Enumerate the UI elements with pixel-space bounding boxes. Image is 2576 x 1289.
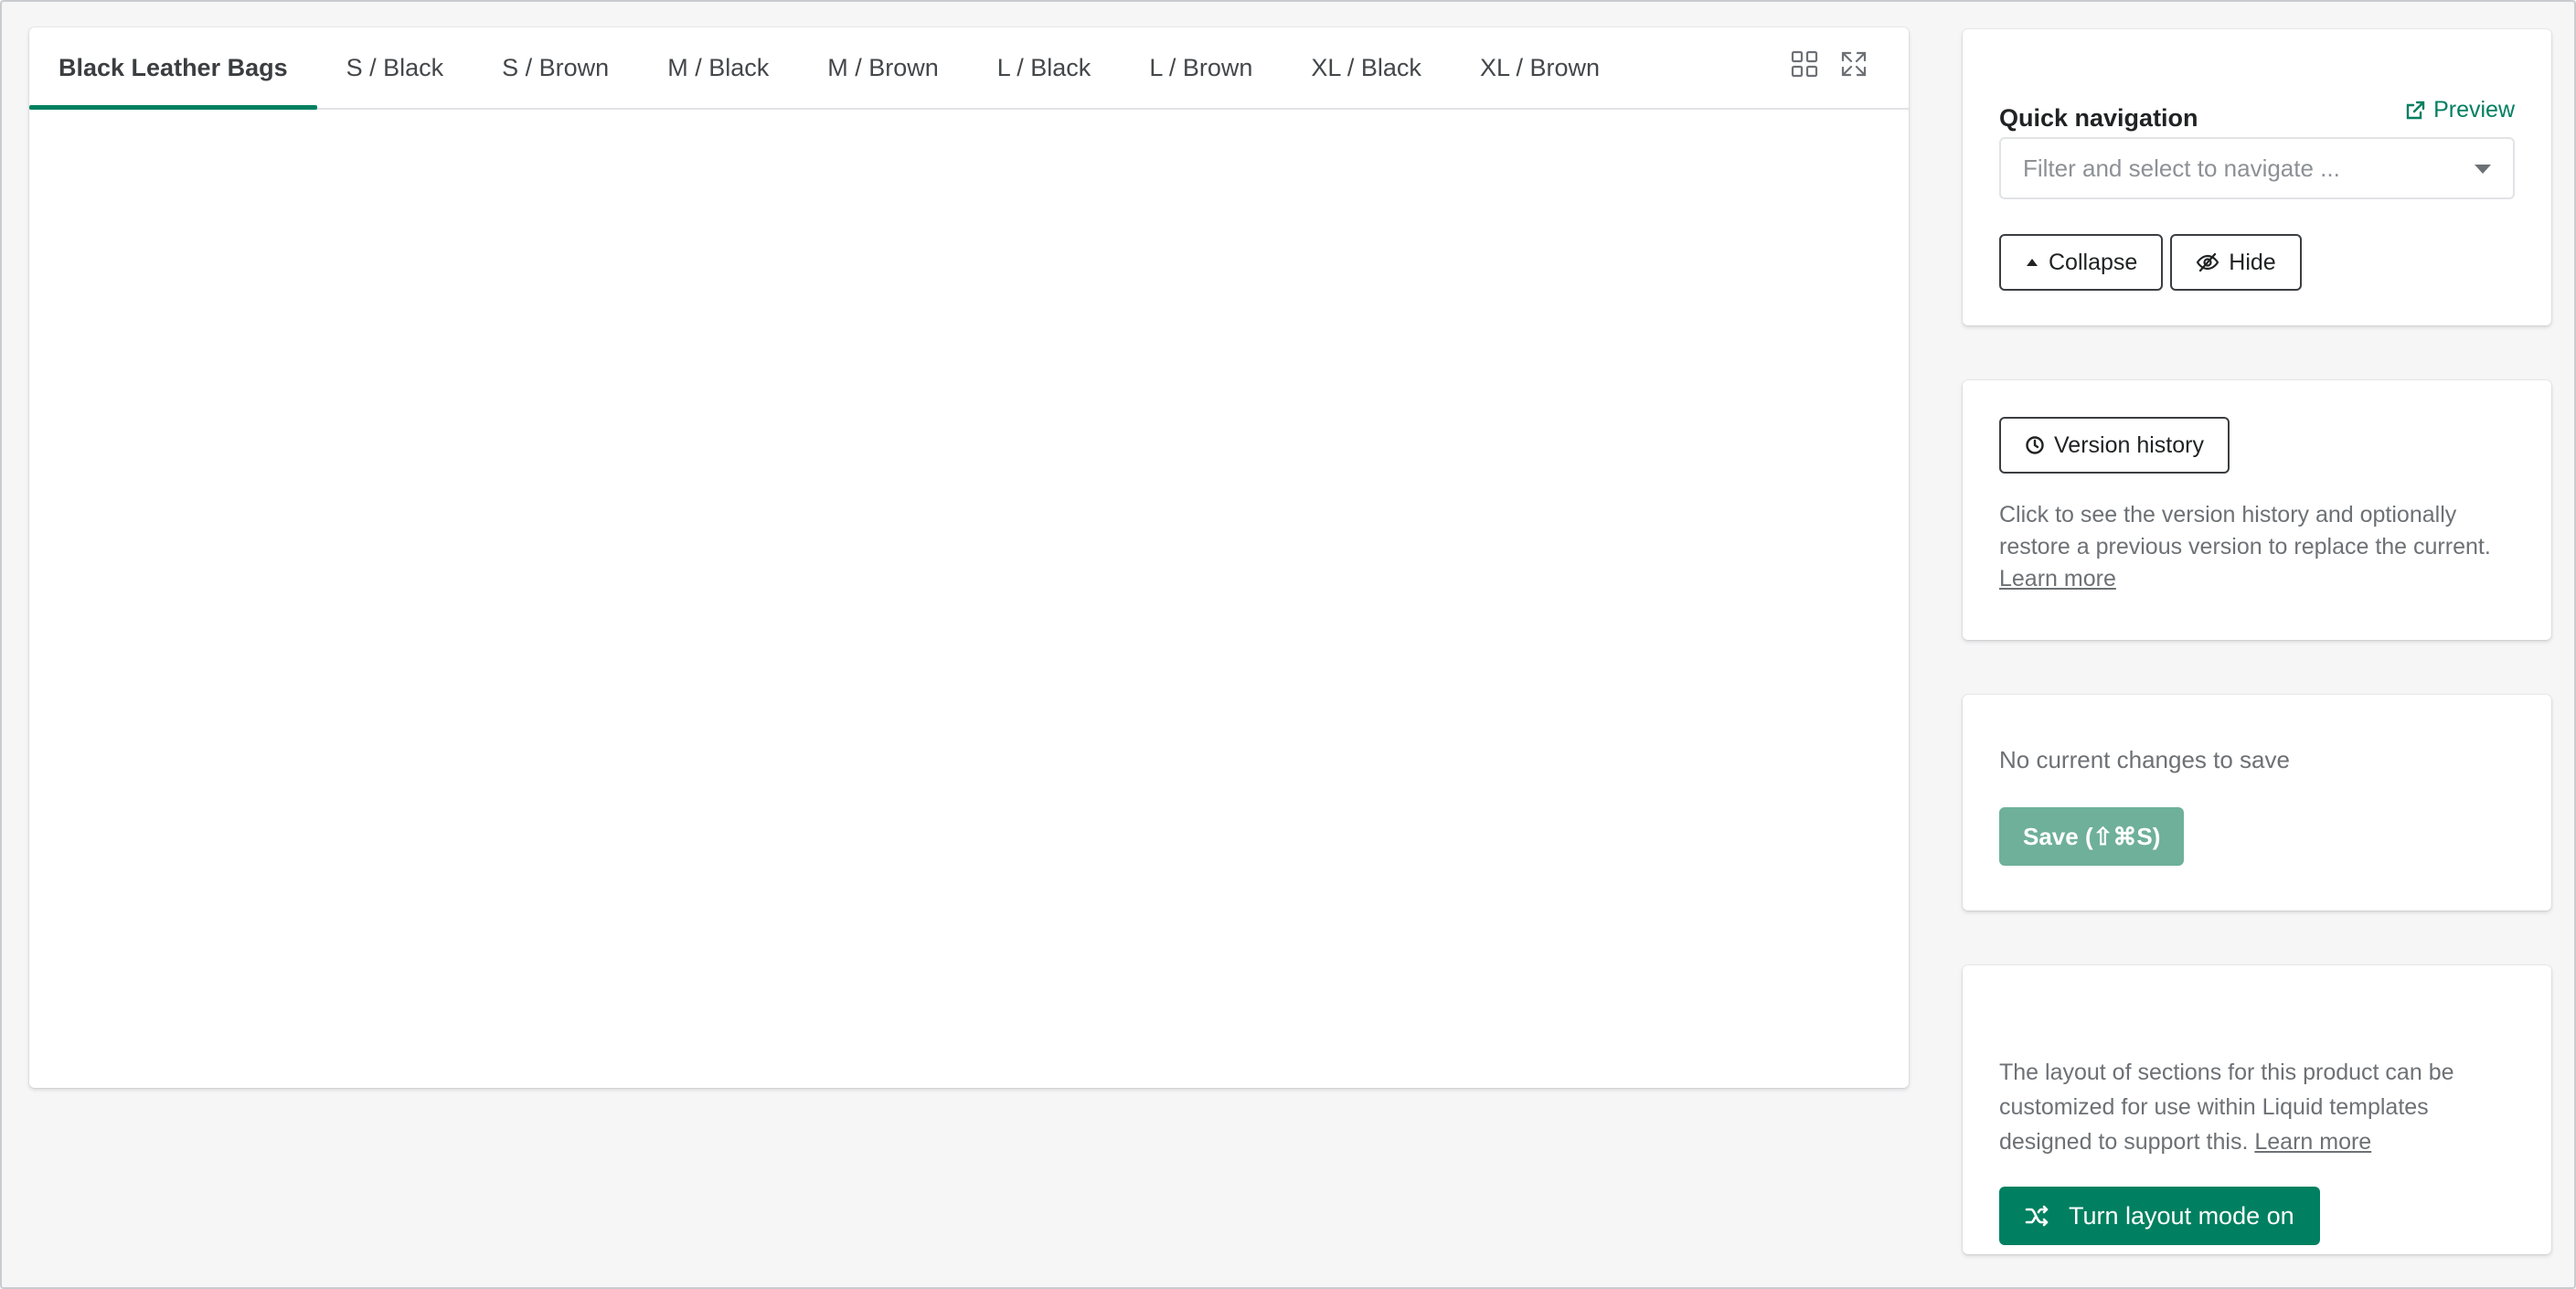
chevron-down-icon (2475, 165, 2491, 174)
save-status: No current changes to save (1999, 746, 2290, 773)
editor-panel: Black Leather Bags S / Black S / Brown M… (29, 27, 1909, 1088)
hide-label: Hide (2229, 249, 2276, 275)
collapse-button[interactable]: Collapse (1999, 234, 2164, 291)
layout-description: The layout of sections for this product … (1999, 1055, 2515, 1159)
external-link-icon (2406, 101, 2425, 119)
caret-up-icon (2027, 259, 2038, 266)
navigate-select-placeholder: Filter and select to navigate ... (2023, 154, 2340, 182)
version-history-button[interactable]: Version history (1999, 417, 2230, 474)
save-card: No current changes to save Save (⇧⌘S) (1963, 695, 2551, 911)
tab-variant[interactable]: S / Black (317, 27, 474, 108)
preview-label: Preview (2433, 97, 2515, 123)
turn-layout-mode-on-button[interactable]: Turn layout mode on (1999, 1187, 2320, 1245)
clock-icon (2026, 436, 2044, 454)
shuffle-icon (2025, 1205, 2049, 1227)
tab-variant[interactable]: L / Brown (1120, 27, 1282, 108)
version-history-text: Click to see the version history and opt… (1999, 502, 2491, 559)
tab-variant[interactable]: XL / Brown (1451, 27, 1629, 108)
variant-tabs: Black Leather Bags S / Black S / Brown M… (29, 27, 1909, 110)
tab-variant[interactable]: S / Brown (473, 27, 638, 108)
preview-link[interactable]: Preview (2404, 97, 2515, 123)
save-button[interactable]: Save (⇧⌘S) (1999, 807, 2185, 866)
quick-navigation-card: Quick navigation Preview Filter and sele… (1963, 29, 2551, 325)
version-history-description: Click to see the version history and opt… (1999, 499, 2515, 595)
view-controls (1790, 49, 1868, 79)
tab-variant[interactable]: L / Black (968, 27, 1121, 108)
eye-slash-icon (2197, 252, 2219, 272)
layout-mode-card: The layout of sections for this product … (1963, 965, 2551, 1254)
learn-more-link[interactable]: Learn more (2254, 1129, 2371, 1155)
tab-variant[interactable]: M / Black (638, 27, 798, 108)
layout-description-text: The layout of sections for this product … (1999, 1060, 2454, 1155)
collapse-label: Collapse (2049, 249, 2138, 275)
layout-mode-label: Turn layout mode on (2069, 1201, 2294, 1230)
expand-icon[interactable] (1839, 49, 1868, 79)
version-history-card: Version history Click to see the version… (1963, 380, 2551, 640)
tab-variant[interactable]: M / Brown (798, 27, 968, 108)
tab-product[interactable]: Black Leather Bags (29, 27, 317, 110)
version-history-label: Version history (2054, 431, 2204, 458)
hide-button[interactable]: Hide (2170, 234, 2302, 291)
navigate-select[interactable]: Filter and select to navigate ... (1999, 137, 2515, 199)
tab-variant[interactable]: XL / Black (1282, 27, 1451, 108)
learn-more-link[interactable]: Learn more (1999, 566, 2116, 591)
grid-view-icon[interactable] (1790, 49, 1819, 79)
